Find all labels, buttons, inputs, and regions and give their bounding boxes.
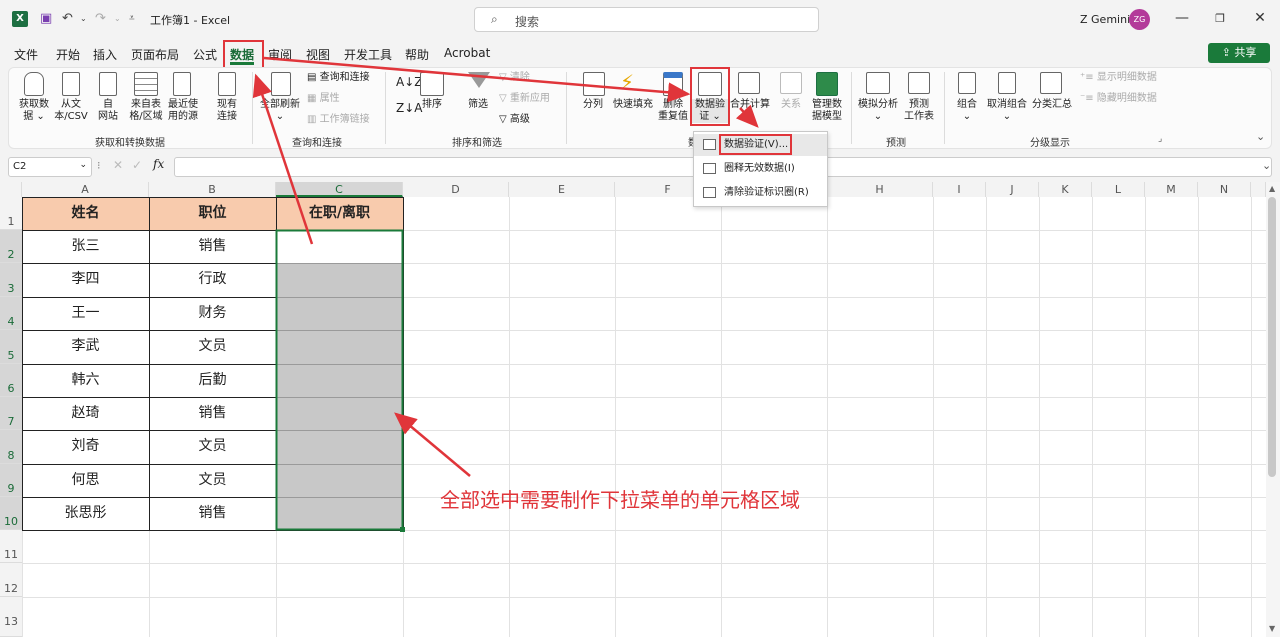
- excel-window: X ▣ ↶ ⌄ ↷ ⌄ ⩡ 工作簿1 - Excel ⌕ 搜索 Z Gemini…: [0, 0, 1280, 637]
- arrow-text-to-range: [394, 412, 471, 477]
- arrow-tab-to-validation: [263, 56, 691, 103]
- arrow-cell-to-tab: [252, 73, 314, 245]
- annotation-arrows: [252, 56, 759, 477]
- arrow-to-menu-item: [735, 104, 759, 128]
